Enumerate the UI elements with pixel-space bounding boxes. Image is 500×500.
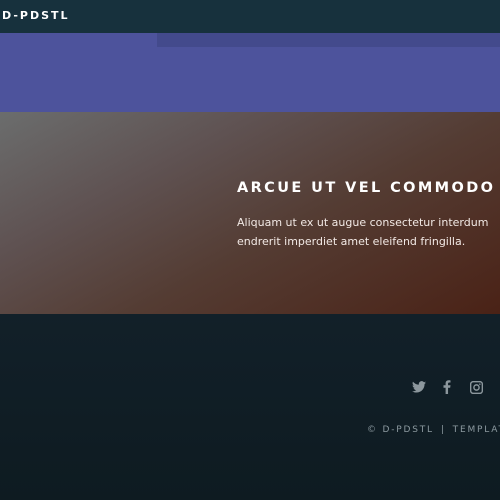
template-credit-link[interactable]: TEMPLATE [453, 425, 500, 435]
copyright-owner: © D-PDSTL [367, 425, 434, 435]
hero-text-line: endrerit imperdiet amet eleifend fringil… [237, 235, 466, 248]
copyright-text: © D-PDSTL | TEMPLATE [367, 425, 500, 435]
banner-strip [157, 33, 500, 47]
site-logo[interactable]: D-PDSTL [2, 9, 70, 22]
footer-separator: | [440, 425, 446, 435]
hero-text-line: Aliquam ut ex ut augue consectetur inter… [237, 216, 489, 229]
facebook-icon[interactable] [438, 378, 456, 396]
page: D-PDSTL ARCUE UT VEL COMMODO Aliquam ut … [0, 0, 500, 500]
purple-banner [0, 33, 500, 112]
hero-section: ARCUE UT VEL COMMODO Aliquam ut ex ut au… [0, 112, 500, 314]
hero-text: Aliquam ut ex ut augue consectetur inter… [237, 213, 488, 251]
site-footer: © D-PDSTL | TEMPLATE [0, 314, 500, 500]
hero-title: ARCUE UT VEL COMMODO [237, 180, 496, 196]
twitter-icon[interactable] [410, 378, 428, 396]
site-header: D-PDSTL [0, 0, 500, 33]
instagram-icon[interactable] [467, 378, 485, 396]
